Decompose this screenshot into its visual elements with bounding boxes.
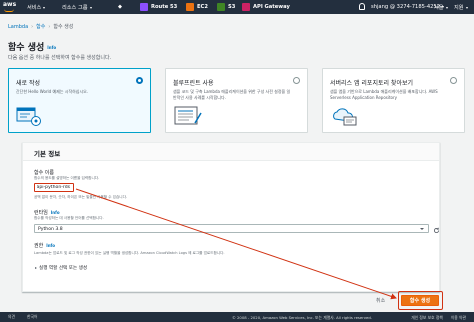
breadcrumb-lambda[interactable]: Lambda [8, 24, 28, 30]
pin-icon[interactable]: ◆ [118, 4, 122, 10]
pinned-api-gateway[interactable]: API Gateway [253, 4, 290, 10]
region-label: 서울 [434, 5, 444, 11]
copyright: © 2008 - 2020, Amazon Web Services, Inc.… [232, 315, 373, 320]
cancel-button[interactable]: 취소 [376, 297, 385, 304]
option-desc: 샘플 앱을 기반으로 Lambda 애플리케이션을 배포합니다. AWS Ser… [330, 89, 438, 100]
permissions-label: 권한 Info [34, 242, 55, 249]
services-menu[interactable]: 서비스 [27, 4, 46, 11]
permissions-label-text: 권한 [34, 243, 44, 249]
radio-selected[interactable] [136, 77, 143, 84]
language-menu[interactable]: 한국어 [27, 314, 37, 319]
ec2-icon[interactable] [186, 3, 194, 11]
scratch-icon [16, 107, 41, 126]
page-title: 함수 생성 Info [8, 40, 56, 53]
route53-icon[interactable] [140, 3, 148, 11]
option-desc: 간단한 Hello World 예제는 시작하십시오. [16, 89, 89, 94]
panel-header: 기본 정보 [23, 143, 439, 161]
feedback-link[interactable]: 의견 [8, 314, 15, 319]
function-name-constraint: 공백 없이 문자, 숫자, 하이픈 또는 밑줄만 사용할 수 있습니다. [34, 195, 128, 199]
permissions-hint: Lambda는 업로드 및 로그 작성 권한이 있는 실행 역할을 생성합니다.… [34, 251, 225, 255]
runtime-label: 런타임 Info [34, 209, 60, 216]
breadcrumb-current: 함수 생성 [53, 24, 74, 30]
runtime-hint: 함수를 작성하는 데 사용할 언어를 선택합니다. [34, 216, 104, 220]
permissions-info-link[interactable]: Info [46, 243, 55, 248]
pinned-route53[interactable]: Route 53 [151, 4, 177, 10]
terms-link[interactable]: 이용 약관 [451, 315, 466, 320]
bell-icon[interactable] [359, 3, 365, 10]
option-desc: 샘플 코드 및 구축 Lambda 애플리케이션을 위한 구성 사전 설정을 일… [173, 89, 291, 100]
runtime-info-link[interactable]: Info [51, 210, 60, 215]
radio-unselected[interactable] [450, 77, 457, 84]
api-gateway-icon[interactable] [242, 3, 250, 11]
aws-logo[interactable]: aws [3, 1, 17, 13]
refresh-icon[interactable] [433, 227, 440, 234]
pinned-s3[interactable]: S3 [228, 4, 235, 10]
s3-icon[interactable] [217, 3, 225, 11]
expander-label: 실행 역할 선택 또는 생성 [39, 266, 88, 271]
top-nav: aws 서비스 리소스 그룹 ◆ Route 53 EC2 S3 API Gat… [0, 0, 474, 14]
caret-right-icon [35, 266, 37, 269]
execution-role-expander[interactable]: 실행 역할 선택 또는 생성 [35, 265, 87, 271]
page-description: 다음 옵션 중 하나를 선택하여 함수를 생성합니다. [8, 55, 112, 61]
chevron-down-icon [420, 228, 424, 230]
function-name-input[interactable] [34, 183, 74, 192]
privacy-link[interactable]: 개인 정보 보호 정책 [411, 315, 443, 320]
pinned-ec2[interactable]: EC2 [197, 4, 208, 10]
function-name-hint: 함수의 용도를 설명하는 이름을 입력합니다. [34, 176, 100, 180]
option-title: 서버리스 앱 리포지토리 찾아보기 [330, 80, 414, 87]
option-use-blueprint[interactable]: 블루프린트 사용 샘플 코드 및 구축 Lambda 애플리케이션을 위한 구성… [165, 68, 308, 133]
runtime-select[interactable]: Python 3.8 [34, 224, 429, 233]
resource-groups-label: 리소스 그룹 [62, 5, 88, 11]
services-label: 서비스 [27, 5, 42, 11]
region-menu[interactable]: 서울 [434, 4, 448, 11]
support-menu[interactable]: 지원 [454, 4, 468, 11]
function-name-label: 함수 이름 [34, 170, 54, 176]
option-author-from-scratch[interactable]: 새로 작성 간단한 Hello World 예제는 시작하십시오. [8, 68, 151, 133]
serverless-repo-icon [333, 108, 357, 126]
option-title: 블루프린트 사용 [173, 80, 214, 87]
option-serverless-app-repo[interactable]: 서버리스 앱 리포지토리 찾아보기 샘플 앱을 기반으로 Lambda 애플리케… [322, 68, 465, 133]
footer: 의견 한국어 © 2008 - 2020, Amazon Web Services… [0, 312, 474, 322]
breadcrumb: Lambda › 함수 › 함수 생성 [8, 24, 74, 30]
radio-unselected[interactable] [293, 77, 300, 84]
runtime-value: Python 3.8 [38, 226, 63, 232]
option-title: 새로 작성 [16, 80, 40, 87]
support-label: 지원 [454, 5, 464, 11]
create-function-button[interactable]: 함수 생성 [401, 295, 439, 306]
title-info-link[interactable]: Info [47, 45, 56, 50]
basic-info-panel: 기본 정보 함수 이름 함수의 용도를 설명하는 이름을 입력합니다. 공백 없… [22, 142, 440, 292]
blueprint-icon [174, 106, 202, 125]
panel-title: 기본 정보 [34, 150, 61, 158]
page-title-text: 함수 생성 [8, 43, 45, 53]
account-label: shjang @ 3274-7185-4252 [371, 4, 441, 10]
resource-groups-menu[interactable]: 리소스 그룹 [62, 4, 92, 11]
breadcrumb-functions[interactable]: 함수 [36, 24, 45, 30]
